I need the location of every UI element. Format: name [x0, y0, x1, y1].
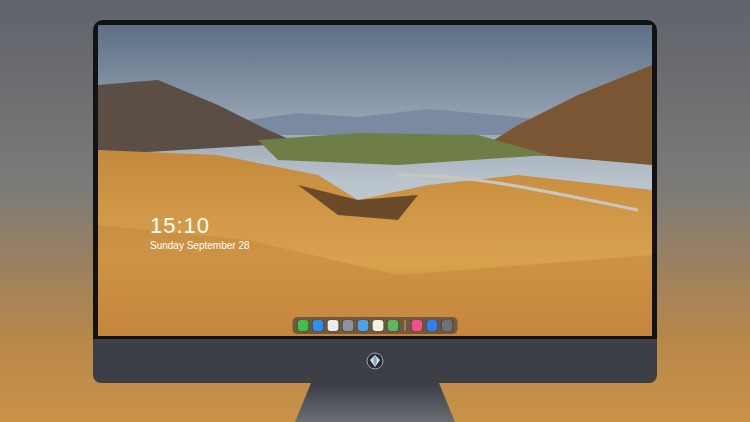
bezel: 15:10Sunday September 28 [93, 20, 657, 339]
dock-app-icon[interactable] [388, 320, 399, 331]
clock-time: 15:10 [150, 213, 250, 239]
clock-date: Sunday September 28 [150, 239, 250, 252]
dock-app-icon[interactable] [373, 320, 384, 331]
dock-app-icon[interactable] [442, 320, 453, 331]
dock-app-icon[interactable] [358, 320, 369, 331]
monitor: 15:10Sunday September 28 [0, 0, 750, 422]
monitor-stand [295, 383, 455, 422]
dock-separator [405, 320, 406, 331]
dock [293, 317, 458, 334]
dock-app-icon[interactable] [313, 320, 324, 331]
dock-app-icon[interactable] [427, 320, 438, 331]
brand-logo-icon [366, 352, 384, 370]
dock-app-icon[interactable] [412, 320, 423, 331]
desktop-screen: 15:10Sunday September 28 [98, 25, 652, 336]
wallpaper-photo [98, 25, 652, 336]
dock-app-icon[interactable] [328, 320, 339, 331]
lock-clock: 15:10Sunday September 28 [150, 213, 250, 252]
monitor-chin [93, 339, 657, 383]
dock-app-icon[interactable] [343, 320, 354, 331]
dock-app-icon[interactable] [298, 320, 309, 331]
